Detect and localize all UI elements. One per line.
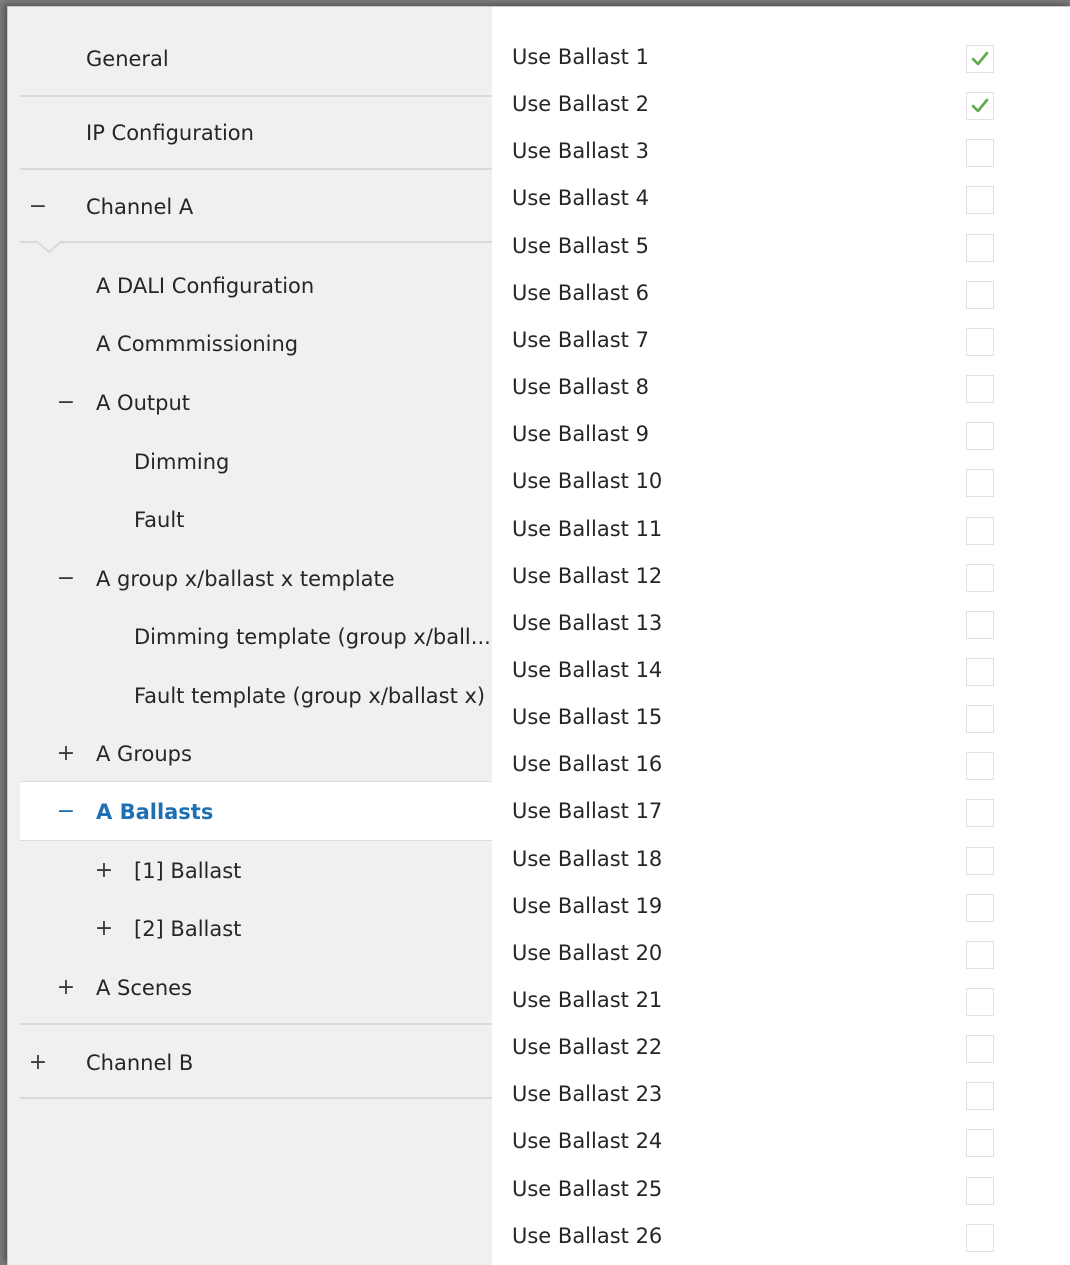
ballast-row: Use Ballast 21: [492, 950, 1070, 1016]
ballast-row: Use Ballast 12: [492, 526, 1070, 592]
use-ballast-checkbox[interactable]: [966, 1223, 994, 1252]
sidebar-divider: [20, 168, 492, 170]
plus-icon[interactable]: +: [94, 857, 114, 885]
sidebar-divider: [20, 1097, 492, 1099]
sidebar-item-dimming-template[interactable]: Dimming template (group x/ball...: [20, 623, 492, 651]
ballast-parameter-list: Use Ballast 1 Use Ballast 2 Use Ballast 3U…: [492, 7, 1070, 1265]
ballast-row: Use Ballast 4: [492, 148, 1070, 215]
minus-icon[interactable]: −: [28, 193, 48, 221]
ballast-row: Use Ballast 5: [492, 196, 1070, 262]
sidebar-item-label: A Commmissioning: [96, 332, 299, 356]
ballast-row: Use Ballast 24: [492, 1091, 1070, 1158]
sidebar-item-label: A Output: [96, 391, 190, 415]
sidebar-item-a-dali-configuration[interactable]: A DALI Configuration: [20, 272, 492, 300]
ballast-row: Use Ballast 20: [492, 903, 1070, 969]
sidebar-item-a-output[interactable]: − A Output: [20, 389, 492, 417]
sidebar-item-label: Fault: [134, 508, 185, 532]
sidebar-item-label: Channel A: [86, 195, 194, 219]
plus-icon[interactable]: +: [56, 974, 76, 1002]
sidebar-item-fault[interactable]: Fault: [20, 506, 492, 534]
ballast-row: Use Ballast 1: [492, 7, 1070, 73]
plus-icon[interactable]: +: [56, 740, 76, 768]
ballast-row: Use Ballast 19: [492, 856, 1070, 922]
ballast-row: Use Ballast 13: [492, 573, 1070, 639]
ballast-row: Use Ballast 15: [492, 667, 1070, 734]
sidebar-item-ballast-2[interactable]: + [2] Ballast: [20, 915, 492, 943]
minus-icon[interactable]: −: [56, 565, 76, 593]
sidebar-item-general[interactable]: General: [20, 45, 492, 73]
ballast-row-label: Use Ballast 26: [512, 1223, 663, 1248]
ballast-row: Use Ballast 3: [492, 101, 1070, 168]
ballast-row: Use Ballast 11: [492, 479, 1070, 545]
sidebar-item-label: A Groups: [96, 742, 192, 766]
ballast-row: Use Ballast 2: [492, 54, 1070, 121]
sidebar-item-label: Channel B: [86, 1051, 194, 1075]
sidebar-item-label: Dimming template (group x/ball...: [134, 625, 491, 649]
minus-icon[interactable]: −: [56, 389, 76, 417]
sidebar-item-label: [1] Ballast: [134, 859, 242, 883]
sidebar-item-dimming[interactable]: Dimming: [20, 448, 492, 476]
plus-icon[interactable]: +: [28, 1049, 48, 1077]
ballast-row: Use Ballast 23: [492, 1044, 1070, 1111]
sidebar-item-channel-a[interactable]: − Channel A: [20, 193, 492, 221]
sidebar-item-label: A group x/ballast x template: [96, 567, 395, 591]
sidebar-item-a-commissioning[interactable]: A Commmissioning: [20, 330, 492, 358]
ballast-row: Use Ballast 16: [492, 714, 1070, 781]
ballast-row: Use Ballast 9: [492, 384, 1070, 451]
sidebar-item-label: [2] Ballast: [134, 917, 242, 941]
ballast-row: Use Ballast 26: [492, 1186, 1070, 1252]
sidebar-divider: [20, 1023, 492, 1025]
ballast-row: Use Ballast 22: [492, 997, 1070, 1064]
sidebar-divider: [20, 241, 492, 243]
ballast-row: Use Ballast 8: [492, 337, 1070, 404]
sidebar-item-label: IP Configuration: [86, 121, 254, 145]
sidebar-item-label: Fault template (group x/ballast x): [134, 684, 486, 708]
sidebar-item-a-scenes[interactable]: + A Scenes: [20, 974, 492, 1002]
sidebar-item-fault-template[interactable]: Fault template (group x/ballast x): [20, 682, 492, 710]
ballast-row: Use Ballast 17: [492, 761, 1070, 828]
sidebar-item-label: General: [86, 47, 169, 71]
sidebar-item-a-groups[interactable]: + A Groups: [20, 740, 492, 768]
sidebar-item-label: A DALI Configuration: [96, 274, 315, 298]
sidebar-item-channel-b[interactable]: + Channel B: [20, 1049, 492, 1077]
sidebar-item-label: A Ballasts: [96, 800, 214, 824]
window: General IP Configuration − Channel A A D…: [7, 6, 1070, 1265]
sidebar-item-ballast-1[interactable]: + [1] Ballast: [20, 857, 492, 885]
sidebar-divider: [20, 95, 492, 97]
sidebar-tree: General IP Configuration − Channel A A D…: [8, 7, 494, 1265]
caret-down-icon: [36, 240, 62, 254]
plus-icon[interactable]: +: [94, 915, 114, 943]
ballast-row: Use Ballast 25: [492, 1139, 1070, 1205]
sidebar-item-a-ballasts[interactable]: − A Ballasts: [20, 781, 494, 841]
sidebar-item-label: Dimming: [134, 450, 230, 474]
sidebar-item-ip-configuration[interactable]: IP Configuration: [20, 119, 492, 147]
ballast-row: Use Ballast 18: [492, 809, 1070, 875]
ballast-row: Use Ballast 7: [492, 290, 1070, 356]
minus-icon[interactable]: −: [56, 798, 76, 826]
ballast-row: Use Ballast 10: [492, 431, 1070, 498]
sidebar-item-a-group-ballast-template[interactable]: − A group x/ballast x template: [20, 565, 492, 593]
sidebar-item-label: A Scenes: [96, 976, 193, 1000]
ballast-row: Use Ballast 6: [492, 243, 1070, 309]
ballast-row: Use Ballast 14: [492, 620, 1070, 686]
